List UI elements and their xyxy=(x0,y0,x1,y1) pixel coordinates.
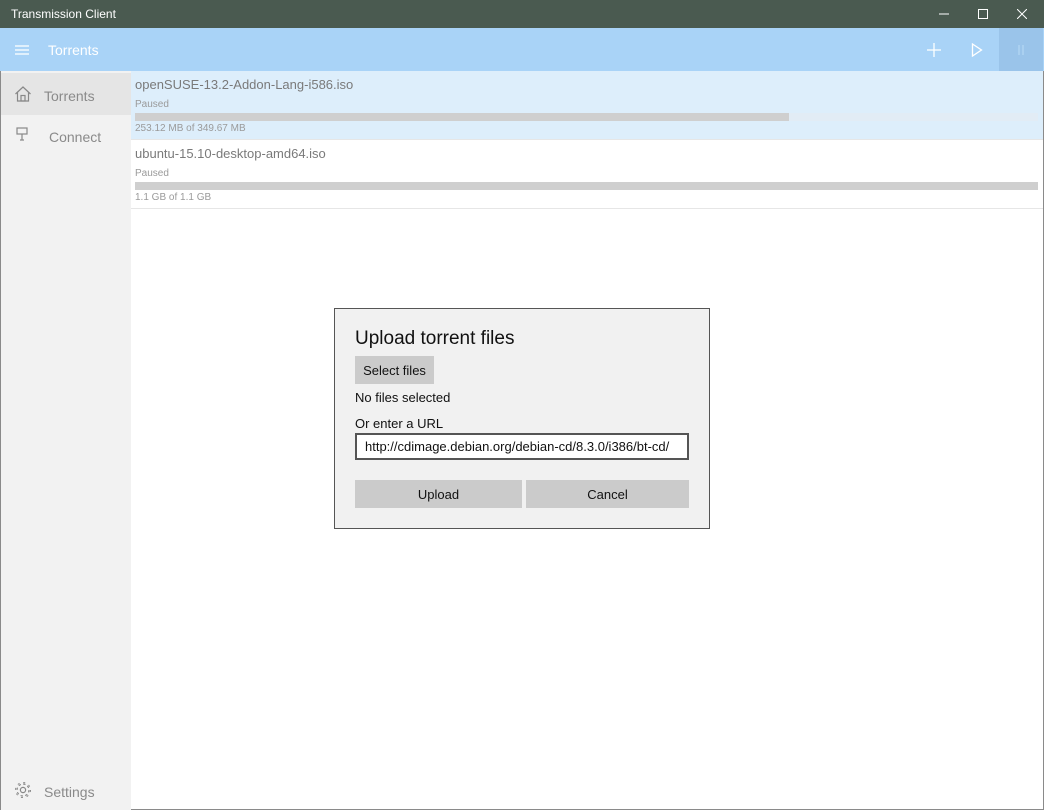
add-torrent-button[interactable] xyxy=(912,28,956,71)
torrent-status: Paused xyxy=(135,168,169,179)
progress-bar xyxy=(135,113,1038,121)
torrent-size: 1.1 GB of 1.1 GB xyxy=(135,192,212,203)
close-icon xyxy=(1017,9,1027,19)
resume-button[interactable] xyxy=(955,28,999,71)
sidebar-item-label: Settings xyxy=(44,784,95,800)
plug-icon xyxy=(16,127,28,141)
files-status: No files selected xyxy=(355,390,451,405)
app-bar: Torrents xyxy=(0,28,1044,71)
minimize-icon xyxy=(939,13,949,15)
progress-fill xyxy=(135,182,1038,190)
url-input[interactable] xyxy=(355,433,689,460)
title-bar: Transmission Client xyxy=(0,0,1044,28)
close-button[interactable] xyxy=(1002,0,1042,28)
sidebar-item-label: Torrents xyxy=(44,88,95,104)
dialog-title: Upload torrent files xyxy=(355,328,515,349)
sidebar-item-connect[interactable]: Connect xyxy=(1,114,132,156)
upload-dialog: Upload torrent files Select files No fil… xyxy=(334,308,710,529)
pause-icon xyxy=(1018,44,1024,55)
sidebar-item-label: Connect xyxy=(49,129,102,145)
maximize-icon xyxy=(978,9,988,19)
window-title: Transmission Client xyxy=(11,7,116,21)
torrent-status: Paused xyxy=(135,99,169,110)
gear-icon xyxy=(15,782,31,798)
sidebar: Torrents Connect Settings xyxy=(0,71,132,810)
progress-fill xyxy=(135,113,789,121)
torrent-row[interactable]: openSUSE-13.2-Addon-Lang-i586.iso Paused… xyxy=(131,71,1043,140)
page-title: Torrents xyxy=(48,42,99,58)
add-icon xyxy=(927,42,941,57)
home-icon xyxy=(15,86,31,102)
pause-button[interactable] xyxy=(999,28,1043,71)
torrent-name: ubuntu-15.10-desktop-amd64.iso xyxy=(135,146,326,161)
play-icon xyxy=(971,42,983,57)
maximize-button[interactable] xyxy=(963,0,1003,28)
torrent-row[interactable]: ubuntu-15.10-desktop-amd64.iso Paused 1.… xyxy=(131,140,1043,209)
torrent-name: openSUSE-13.2-Addon-Lang-i586.iso xyxy=(135,77,354,92)
torrent-size: 253.12 MB of 349.67 MB xyxy=(135,123,246,134)
sidebar-item-torrents[interactable]: Torrents xyxy=(1,73,132,115)
upload-button[interactable]: Upload xyxy=(355,480,522,508)
hamburger-icon[interactable] xyxy=(13,41,31,59)
cancel-button[interactable]: Cancel xyxy=(526,480,689,508)
url-label: Or enter a URL xyxy=(355,416,444,431)
minimize-button[interactable] xyxy=(924,0,964,28)
progress-bar xyxy=(135,182,1038,190)
select-files-button[interactable]: Select files xyxy=(355,356,434,384)
sidebar-item-settings[interactable]: Settings xyxy=(1,769,132,810)
